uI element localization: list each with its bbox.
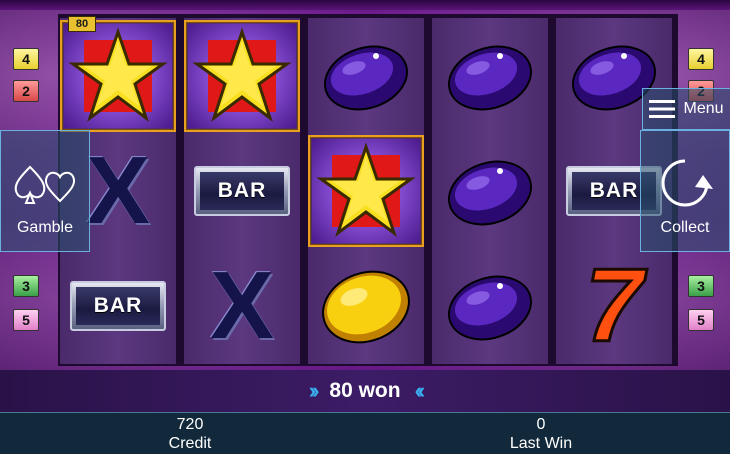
- payline-left-5: 5: [13, 309, 39, 331]
- chevron-right-icon: ››: [308, 378, 319, 403]
- seven-symbol: 7: [556, 250, 672, 362]
- plum-icon: [447, 275, 533, 341]
- collect-label: Collect: [660, 219, 710, 236]
- bar-symbol: BAR: [184, 135, 300, 247]
- card-suits-icon: [14, 165, 76, 204]
- last-win-value: 0: [536, 416, 546, 433]
- payline-left-3: 3: [13, 275, 39, 297]
- gamble-label: Gamble: [16, 219, 74, 236]
- plum-symbol: [432, 135, 548, 247]
- star-symbol: [308, 135, 424, 247]
- star-icon: [316, 142, 416, 238]
- x-symbol: X: [184, 250, 300, 362]
- last-win-display: 0 Last Win: [461, 415, 621, 453]
- plum-symbol: [432, 20, 548, 132]
- credit-display: 720 Credit: [110, 415, 270, 453]
- info-bar: 720 Credit 0 Last Win: [0, 412, 730, 454]
- plum-symbol: [432, 250, 548, 362]
- credit-label: Credit: [168, 435, 212, 452]
- win-amount-badge: 80: [68, 16, 96, 32]
- lemon-icon: [322, 270, 410, 344]
- credit-value: 720: [176, 416, 204, 433]
- hamburger-icon: [649, 100, 676, 118]
- reel-area: X BAR BAR X BAR 7: [58, 14, 678, 366]
- payline-left-2: 2: [13, 80, 39, 102]
- star-icon: [192, 27, 292, 123]
- payline-right-5: 5: [688, 309, 714, 331]
- chevron-left-icon: ‹‹: [414, 378, 425, 403]
- star-icon: [68, 27, 168, 123]
- payline-right-4: 4: [688, 48, 714, 70]
- plum-symbol: [308, 20, 424, 132]
- bar-label: BAR: [76, 287, 160, 325]
- star-symbol: [60, 20, 176, 132]
- star-symbol: [184, 20, 300, 132]
- payline-right-3: 3: [688, 275, 714, 297]
- x-glyph: X: [85, 137, 151, 244]
- bar-label: BAR: [200, 172, 284, 210]
- win-message-bar: ›› 80 won ‹‹: [0, 370, 730, 412]
- reel-4: [432, 18, 548, 364]
- lemon-symbol: [308, 250, 424, 362]
- plum-icon: [323, 45, 409, 111]
- payline-left-4: 4: [13, 48, 39, 70]
- plum-icon: [447, 45, 533, 111]
- collect-refresh-icon: [661, 159, 713, 207]
- plum-icon: [447, 160, 533, 226]
- menu-button[interactable]: Menu: [642, 88, 730, 130]
- reel-3: [308, 18, 424, 364]
- collect-button[interactable]: Collect: [640, 130, 730, 252]
- top-strip: [0, 0, 730, 10]
- bar-symbol: BAR: [60, 250, 176, 362]
- x-glyph: X: [209, 252, 275, 359]
- reel-2: BAR X: [184, 18, 300, 364]
- menu-label: Menu: [683, 100, 724, 117]
- seven-glyph: 7: [584, 248, 645, 364]
- win-message: 80 won: [329, 379, 401, 402]
- last-win-label: Last Win: [509, 435, 573, 452]
- gamble-button[interactable]: Gamble: [0, 130, 90, 252]
